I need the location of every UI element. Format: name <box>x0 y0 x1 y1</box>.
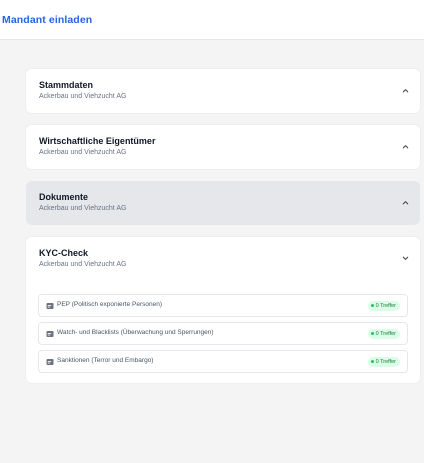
section-header[interactable]: Wirtschaftliche Eigentümer Ackerbau und … <box>26 125 420 169</box>
page-title: Mandant einladen <box>2 13 93 26</box>
section-kyc-check[interactable]: KYC-Check Ackerbau und Viehzucht AG PEP … <box>26 237 420 383</box>
status-badge: 0 Treffer <box>367 301 400 311</box>
section-subtitle: Ackerbau und Viehzucht AG <box>39 205 127 212</box>
document-icon <box>46 330 54 338</box>
section-header[interactable]: Stammdaten Ackerbau und Viehzucht AG <box>26 69 420 113</box>
section-subtitle: Ackerbau und Viehzucht AG <box>39 261 127 268</box>
badge-text: 0 Treffer <box>375 359 396 365</box>
page-header: Mandant einladen <box>0 0 424 40</box>
section-title: KYC-Check <box>39 248 89 258</box>
kyc-check-label: Sanktionen (Terror und Embargo) <box>57 357 154 364</box>
kyc-check-list: PEP (Politisch exponierte Personen) 0 Tr… <box>38 294 408 378</box>
section-title: Dokumente <box>39 192 89 202</box>
section-header[interactable]: Dokumente Ackerbau und Viehzucht AG <box>26 181 420 225</box>
section-header[interactable]: KYC-Check Ackerbau und Viehzucht AG <box>26 237 420 281</box>
status-dot <box>370 332 374 336</box>
badge-text: 0 Treffer <box>375 331 396 337</box>
section-wirtschaftliche-eigentuemer[interactable]: Wirtschaftliche Eigentümer Ackerbau und … <box>26 125 420 169</box>
chevron-down-icon[interactable] <box>401 254 410 263</box>
section-subtitle: Ackerbau und Viehzucht AG <box>39 93 127 100</box>
kyc-check-label: PEP (Politisch exponierte Personen) <box>57 301 163 308</box>
document-icon <box>46 358 54 366</box>
section-title: Stammdaten <box>39 80 94 90</box>
kyc-check-label: Watch- und Blacklists (Überwachung und S… <box>57 329 214 336</box>
chevron-up-icon[interactable] <box>401 142 410 151</box>
section-dokumente[interactable]: Dokumente Ackerbau und Viehzucht AG <box>26 181 420 225</box>
section-stammdaten[interactable]: Stammdaten Ackerbau und Viehzucht AG <box>26 69 420 113</box>
document-icon <box>46 302 54 310</box>
section-title: Wirtschaftliche Eigentümer <box>39 136 156 146</box>
section-subtitle: Ackerbau und Viehzucht AG <box>39 149 127 156</box>
list-item[interactable]: Watch- und Blacklists (Überwachung und S… <box>38 322 408 345</box>
status-dot <box>370 304 374 308</box>
chevron-up-icon[interactable] <box>401 198 410 207</box>
badge-text: 0 Treffer <box>375 303 396 309</box>
list-item[interactable]: Sanktionen (Terror und Embargo) 0 Treffe… <box>38 350 408 373</box>
status-badge: 0 Treffer <box>367 329 400 339</box>
chevron-up-icon[interactable] <box>401 86 410 95</box>
list-item[interactable]: PEP (Politisch exponierte Personen) 0 Tr… <box>38 294 408 317</box>
status-badge: 0 Treffer <box>367 357 400 367</box>
status-dot <box>370 360 374 364</box>
